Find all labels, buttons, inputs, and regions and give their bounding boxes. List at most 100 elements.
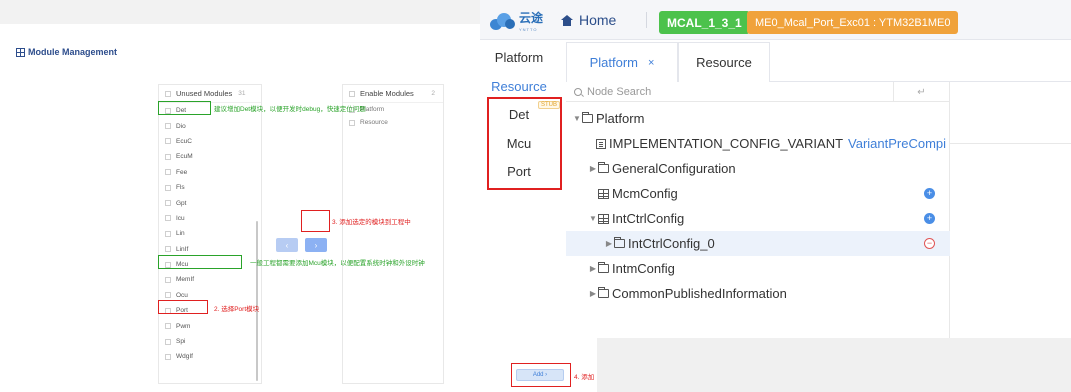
module-label: Lin: [176, 230, 185, 238]
collapsed-arrow-icon[interactable]: ▶: [588, 164, 598, 173]
det-note: 建议增加Det模块，以便开发时debug，快速定位问题: [214, 106, 366, 113]
transfer-left-button[interactable]: ‹: [276, 238, 298, 252]
enter-icon[interactable]: ↵: [893, 82, 949, 102]
mcu-highlight-box: [158, 255, 242, 269]
module-label: Dio: [176, 122, 186, 130]
tab-bar: Platform × Resource: [566, 40, 1071, 82]
collapsed-arrow-icon[interactable]: ▶: [604, 239, 614, 248]
module-checkbox[interactable]: [165, 123, 171, 130]
tree-node-label: IntCtrlConfig_0: [628, 236, 715, 251]
list-item[interactable]: Gpt: [159, 195, 261, 210]
unused-modules-count: 31: [238, 90, 246, 97]
side-nav: Platform Resource: [480, 40, 566, 392]
module-checkbox[interactable]: [165, 184, 171, 191]
module-checkbox[interactable]: [165, 230, 171, 237]
sidebar-item-platform[interactable]: Platform: [480, 50, 558, 65]
header-divider: [646, 12, 647, 28]
home-link[interactable]: Home: [561, 12, 616, 28]
tab-platform-label: Platform: [589, 55, 638, 70]
module-label: EcuM: [176, 153, 193, 161]
project-badge[interactable]: ME0_Mcal_Port_Exc01 : YTM32B1ME0: [747, 11, 959, 34]
module-checkbox[interactable]: [165, 353, 171, 360]
modules-highlight-box: [487, 97, 562, 190]
module-label: LinIf: [176, 245, 189, 253]
module-checkbox[interactable]: [165, 215, 171, 222]
search-icon: [574, 87, 582, 96]
list-item[interactable]: Lin: [159, 226, 261, 241]
list-item[interactable]: EcuC: [159, 134, 261, 149]
module-checkbox[interactable]: [349, 119, 355, 126]
expanded-arrow-icon[interactable]: ▼: [588, 214, 598, 223]
logo-text: 云途: [519, 11, 544, 25]
tab-resource-label: Resource: [696, 55, 752, 70]
tree-node-platform[interactable]: ▼ Platform: [566, 106, 950, 131]
module-checkbox[interactable]: [165, 246, 171, 253]
add-icon[interactable]: +: [924, 213, 935, 224]
unused-list-scrollbar[interactable]: [256, 221, 258, 381]
module-label: Pwm: [176, 322, 191, 330]
tree-node-value[interactable]: VariantPreCompi: [848, 136, 946, 151]
list-item[interactable]: Fls: [159, 180, 261, 195]
list-item[interactable]: MemIf: [159, 272, 261, 287]
sidebar-item-resource[interactable]: Resource: [480, 79, 558, 94]
expanded-arrow-icon[interactable]: ▼: [572, 114, 582, 123]
tree-node-intctrl-config[interactable]: ▼ IntCtrlConfig +: [566, 206, 950, 231]
module-management-title: Module Management: [16, 47, 117, 57]
table-icon: [598, 213, 609, 224]
module-label: Fee: [176, 168, 188, 176]
list-item[interactable]: Pwm: [159, 318, 261, 333]
folder-icon: [614, 237, 625, 248]
home-icon: [561, 14, 573, 26]
list-item[interactable]: Dio: [159, 118, 261, 133]
list-item[interactable]: Spi: [159, 334, 261, 349]
tab-platform[interactable]: Platform ×: [566, 42, 678, 82]
add-icon[interactable]: +: [924, 188, 935, 199]
module-checkbox[interactable]: [165, 338, 171, 345]
enabled-modules-count: 2: [431, 90, 435, 97]
module-management-title-text: Module Management: [28, 47, 118, 57]
search-input[interactable]: Node Search: [587, 86, 651, 98]
folder-icon: [598, 262, 609, 273]
collapsed-arrow-icon[interactable]: ▶: [588, 264, 598, 273]
table-icon: [598, 188, 609, 199]
tab-resource[interactable]: Resource: [678, 42, 770, 82]
list-item[interactable]: Fee: [159, 165, 261, 180]
module-checkbox[interactable]: [165, 323, 171, 330]
module-label: Icu: [176, 214, 185, 222]
list-item[interactable]: EcuM: [159, 149, 261, 164]
tree-node-label: IntCtrlConfig: [612, 211, 685, 226]
transfer-right-button[interactable]: ›: [305, 238, 327, 252]
tree-node-intm-config[interactable]: ▶ IntmConfig: [566, 256, 950, 281]
tree-node-intctrl-config-0[interactable]: ▶ IntCtrlConfig_0 −: [566, 231, 950, 256]
collapsed-arrow-icon[interactable]: ▶: [588, 289, 598, 298]
unused-select-all-checkbox[interactable]: [165, 90, 171, 97]
tree-node-impl-config-variant[interactable]: IMPLEMENTATION_CONFIG_VARIANT VariantPre…: [566, 131, 950, 156]
port-note: 2. 选择Port模块: [214, 306, 260, 313]
list-item[interactable]: Icu: [159, 211, 261, 226]
module-checkbox[interactable]: [165, 292, 171, 299]
module-management-panel: Module Management Unused Modules 31 Det …: [0, 24, 480, 392]
det-highlight-box: [158, 101, 211, 115]
tree-node-common-published-info[interactable]: ▶ CommonPublishedInformation: [566, 281, 950, 306]
module-label: Spi: [176, 338, 186, 346]
enabled-select-all-checkbox[interactable]: [349, 90, 355, 97]
module-checkbox[interactable]: [165, 153, 171, 160]
node-search[interactable]: Node Search ↵: [566, 82, 950, 102]
remove-icon[interactable]: −: [924, 238, 935, 249]
tree-node-mcm-config[interactable]: McmConfig +: [566, 181, 950, 206]
tree-node-label: IntmConfig: [612, 261, 675, 276]
tree-node-general-configuration[interactable]: ▶ GeneralConfiguration: [566, 156, 950, 181]
mcal-version-badge[interactable]: MCAL_1_3_1: [659, 11, 750, 34]
module-icon: [16, 47, 25, 57]
tree-node-label: CommonPublishedInformation: [612, 286, 787, 301]
module-checkbox[interactable]: [165, 169, 171, 176]
module-checkbox[interactable]: [165, 200, 171, 207]
config-tree: Node Search ↵ ▼ Platform IMPLEMENTATION_…: [566, 82, 950, 352]
port-highlight-box: [158, 300, 208, 314]
folder-icon: [582, 112, 593, 123]
module-checkbox[interactable]: [165, 276, 171, 283]
list-item[interactable]: Resource: [343, 116, 443, 129]
list-item[interactable]: WdgIf: [159, 349, 261, 364]
module-checkbox[interactable]: [165, 138, 171, 145]
close-icon[interactable]: ×: [648, 57, 654, 69]
